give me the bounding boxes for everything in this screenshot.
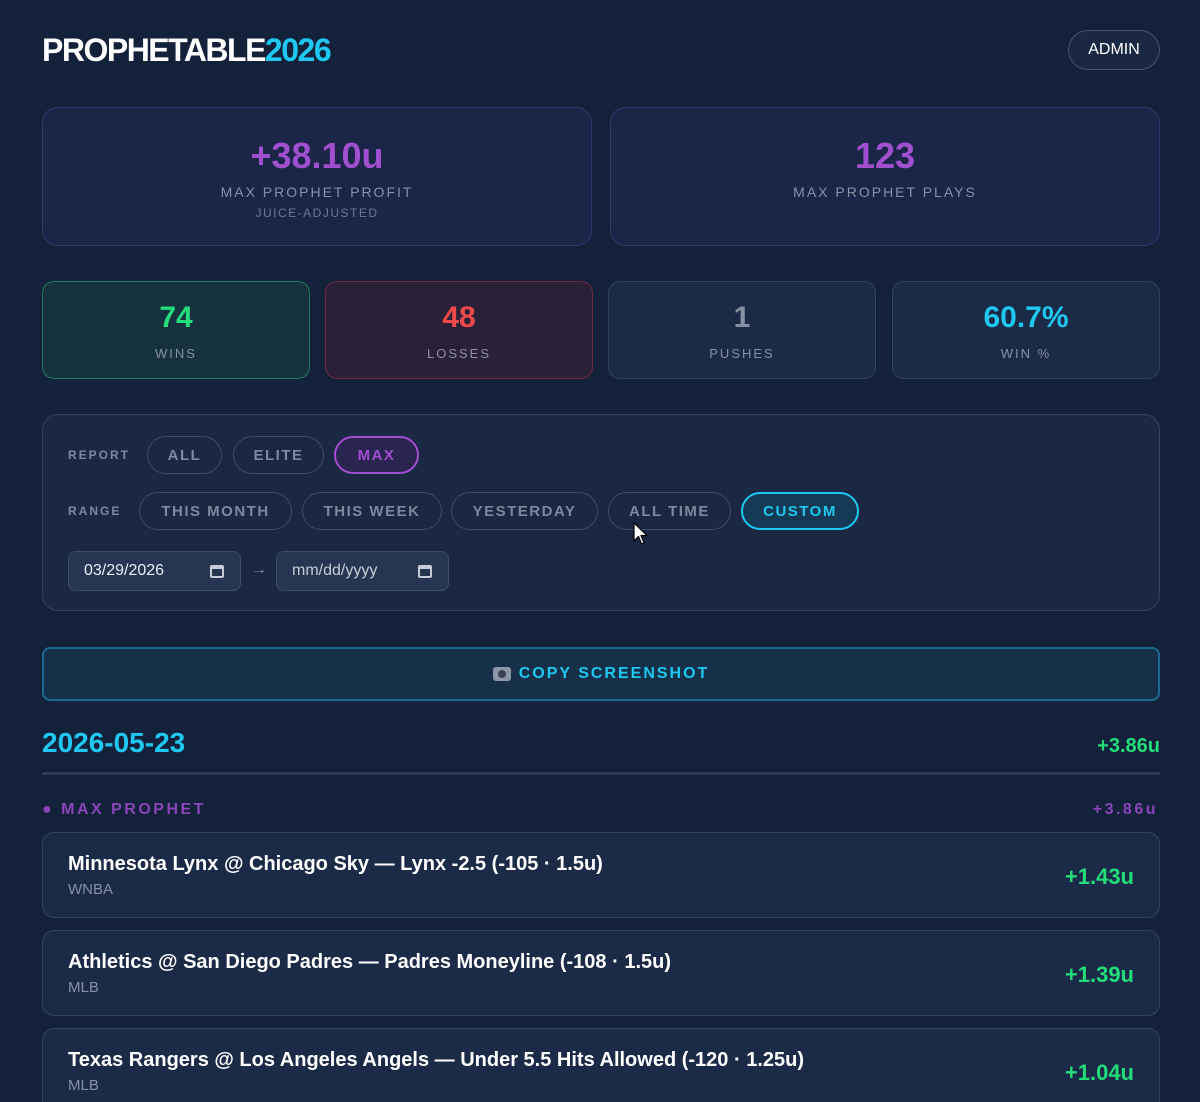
profit-card: +38.10u MAX PROPHET PROFIT JUICE-ADJUSTE… xyxy=(42,107,592,246)
end-date-placeholder: mm/dd/yyyy xyxy=(292,562,378,579)
play-row[interactable]: Athletics @ San Diego Padres — Padres Mo… xyxy=(42,930,1160,1016)
calendar-icon[interactable] xyxy=(210,565,224,578)
end-date-input[interactable]: mm/dd/yyyy xyxy=(276,551,449,591)
report-option-max[interactable]: MAX xyxy=(334,436,419,474)
wins-value: 74 xyxy=(159,301,193,334)
divider xyxy=(42,772,1160,775)
profit-sublabel: JUICE-ADJUSTED xyxy=(255,206,379,220)
group-total: +3.86u xyxy=(1092,801,1158,818)
start-date-input[interactable]: 03/29/2026 xyxy=(68,551,241,591)
losses-card: 48 LOSSES xyxy=(325,281,593,379)
header: PROPHETABLE2026 ADMIN xyxy=(42,30,1160,70)
play-league: MLB xyxy=(68,979,99,996)
calendar-icon[interactable] xyxy=(418,565,432,578)
range-option-custom[interactable]: CUSTOM xyxy=(741,492,859,530)
profit-value: +38.10u xyxy=(250,135,384,176)
wins-card: 74 WINS xyxy=(42,281,310,379)
range-label: RANGE xyxy=(68,504,122,518)
filter-panel: REPORT ALL ELITE MAX RANGE THIS MONTH TH… xyxy=(42,414,1160,611)
report-label: REPORT xyxy=(68,448,131,462)
play-row[interactable]: Texas Rangers @ Los Angeles Angels — Und… xyxy=(42,1028,1160,1102)
losses-label: LOSSES xyxy=(426,346,492,361)
plays-value: 123 xyxy=(854,135,916,176)
win-pct-label: WIN % xyxy=(1000,346,1052,361)
play-league: MLB xyxy=(68,1077,99,1094)
wins-label: WINS xyxy=(155,346,197,361)
play-result: +1.39u xyxy=(1064,962,1134,987)
logo-accent: 2026 xyxy=(264,32,332,68)
logo-primary: PROPHETABLE xyxy=(42,32,266,68)
pushes-value: 1 xyxy=(733,301,751,334)
plays-label: MAX PROPHET PLAYS xyxy=(793,184,977,200)
day-total: +3.86u xyxy=(1097,735,1160,757)
play-result: +1.43u xyxy=(1064,864,1134,889)
play-title: Minnesota Lynx @ Chicago Sky — Lynx -2.5… xyxy=(68,853,603,875)
win-pct-card: 60.7% WIN % xyxy=(892,281,1160,379)
report-option-all[interactable]: ALL xyxy=(147,436,222,474)
copy-screenshot-label: COPY SCREENSHOT xyxy=(518,665,710,682)
range-option-this-month[interactable]: THIS MONTH xyxy=(139,492,292,530)
play-league: WNBA xyxy=(68,881,113,898)
play-row[interactable]: Minnesota Lynx @ Chicago Sky — Lynx -2.5… xyxy=(42,832,1160,918)
mouse-cursor-icon xyxy=(633,522,648,545)
plays-card: 123 MAX PROPHET PLAYS xyxy=(610,107,1160,246)
range-option-yesterday[interactable]: YESTERDAY xyxy=(451,492,598,530)
copy-screenshot-button[interactable]: COPY SCREENSHOT xyxy=(42,647,1160,701)
start-date-value: 03/29/2026 xyxy=(84,562,165,579)
logo: PROPHETABLE2026 xyxy=(42,32,332,68)
range-option-all-time[interactable]: ALL TIME xyxy=(608,492,731,530)
camera-icon xyxy=(492,667,511,681)
date-range-arrow: → xyxy=(251,561,267,578)
report-option-elite[interactable]: ELITE xyxy=(233,436,324,474)
pushes-card: 1 PUSHES xyxy=(608,281,876,379)
losses-value: 48 xyxy=(442,301,476,334)
pushes-label: PUSHES xyxy=(709,346,775,361)
range-option-this-week[interactable]: THIS WEEK xyxy=(302,492,442,530)
admin-button[interactable]: ADMIN xyxy=(1068,30,1160,70)
win-pct-value: 60.7% xyxy=(983,301,1069,334)
day-date: 2026-05-23 xyxy=(42,727,186,758)
group-label: ● MAX PROPHET xyxy=(42,801,206,818)
play-result: +1.04u xyxy=(1064,1060,1134,1085)
profit-label: MAX PROPHET PROFIT xyxy=(220,184,414,200)
play-title: Athletics @ San Diego Padres — Padres Mo… xyxy=(68,951,672,973)
page: PROPHETABLE2026 ADMIN +38.10u MAX PROPHE… xyxy=(0,0,1200,1102)
play-title: Texas Rangers @ Los Angeles Angels — Und… xyxy=(68,1049,804,1071)
